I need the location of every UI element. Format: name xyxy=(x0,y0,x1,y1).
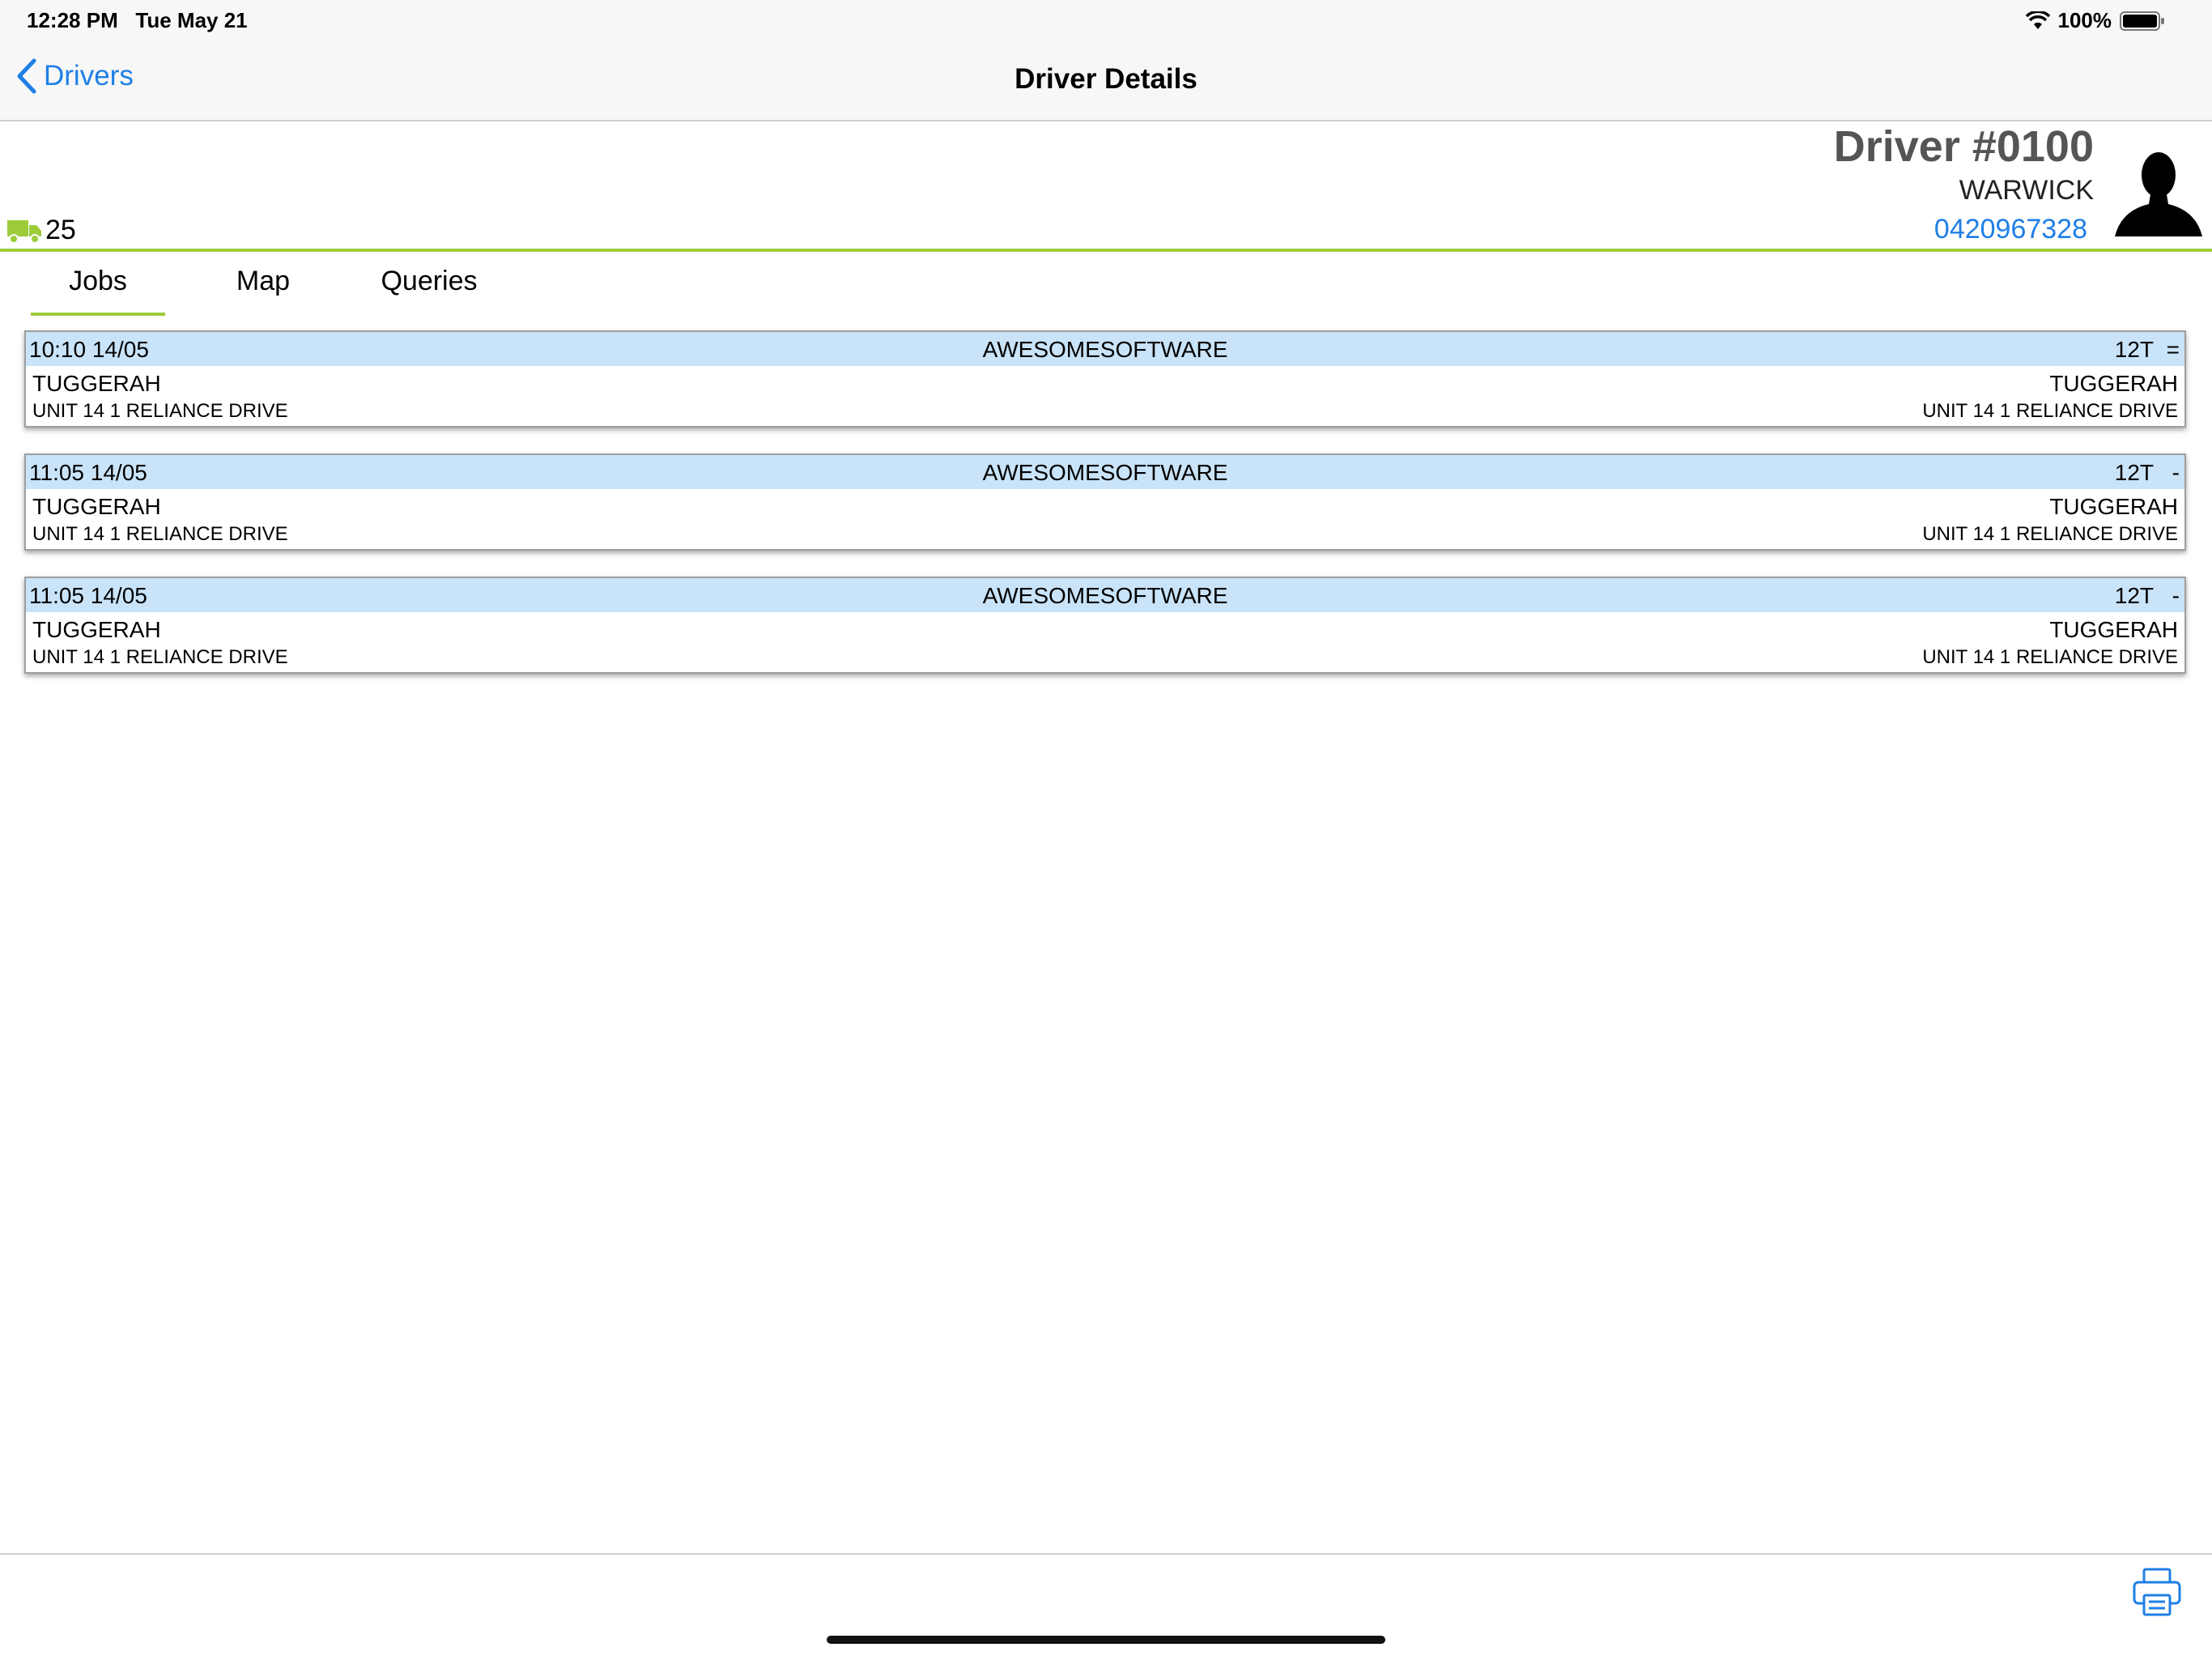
printer-icon[interactable] xyxy=(2131,1566,2183,1618)
job-status-flag: - xyxy=(2172,460,2180,485)
job-header: 10:10 14/05 AWESOMESOFTWARE 12T = xyxy=(26,332,2184,366)
status-bar: 12:28 PM Tue May 21 100% xyxy=(0,0,2212,40)
job-weight: 12T xyxy=(2114,337,2154,362)
wifi-icon xyxy=(2025,11,2050,29)
tab-bar: Jobs Map Queries xyxy=(0,258,2212,319)
battery-percent: 100% xyxy=(2057,8,2112,32)
status-time: 12:28 PM Tue May 21 xyxy=(27,8,248,33)
job-status-flag: = xyxy=(2166,337,2180,362)
job-company: AWESOMESOFTWARE xyxy=(982,337,1228,362)
tab-selected-indicator xyxy=(31,313,165,316)
job-delivery-address: UNIT 14 1 RELIANCE DRIVE xyxy=(1922,646,2178,668)
truck-icon xyxy=(7,219,41,244)
battery-icon xyxy=(2120,11,2164,31)
vehicle-info: 25 xyxy=(6,215,76,246)
job-card[interactable]: 11:05 14/05 AWESOMESOFTWARE 12T - TUGGER… xyxy=(24,453,2186,551)
job-company: AWESOMESOFTWARE xyxy=(982,583,1228,608)
job-delivery-city: TUGGERAH xyxy=(2049,617,2178,642)
page-title: Driver Details xyxy=(1015,63,1197,95)
vehicle-count: 25 xyxy=(45,215,76,245)
job-company: AWESOMESOFTWARE xyxy=(982,460,1228,485)
home-indicator[interactable] xyxy=(827,1636,1385,1644)
job-header: 11:05 14/05 AWESOMESOFTWARE 12T - xyxy=(26,455,2184,489)
job-pickup-city: TUGGERAH xyxy=(32,494,161,519)
job-card[interactable]: 10:10 14/05 AWESOMESOFTWARE 12T = TUGGER… xyxy=(24,330,2186,428)
job-pickup-address: UNIT 14 1 RELIANCE DRIVE xyxy=(32,400,288,422)
bottom-toolbar xyxy=(0,1553,2212,1660)
person-silhouette-icon xyxy=(2115,152,2202,236)
navigation-bar: Drivers Driver Details xyxy=(0,40,2212,121)
header-divider xyxy=(0,249,2212,252)
driver-header: 25 Driver #0100 WARWICK 0420967328 xyxy=(0,121,2212,249)
job-weight: 12T xyxy=(2114,460,2154,485)
tab-map[interactable]: Map xyxy=(202,266,324,297)
job-status-flag: - xyxy=(2172,583,2180,608)
status-indicators: 100% xyxy=(2025,8,2166,33)
job-delivery-city: TUGGERAH xyxy=(2049,494,2178,519)
job-weight: 12T xyxy=(2114,583,2154,608)
driver-number: Driver #0100 xyxy=(1833,122,2094,171)
tab-queries[interactable]: Queries xyxy=(364,266,494,297)
job-pickup-address: UNIT 14 1 RELIANCE DRIVE xyxy=(32,523,288,545)
status-clock: 12:28 PM xyxy=(27,8,118,32)
job-pickup-city: TUGGERAH xyxy=(32,371,161,396)
job-pickup-address: UNIT 14 1 RELIANCE DRIVE xyxy=(32,646,288,668)
status-date: Tue May 21 xyxy=(135,8,248,32)
job-delivery-address: UNIT 14 1 RELIANCE DRIVE xyxy=(1922,400,2178,422)
job-delivery-address: UNIT 14 1 RELIANCE DRIVE xyxy=(1922,523,2178,545)
tab-jobs[interactable]: Jobs xyxy=(31,266,165,297)
driver-name: WARWICK xyxy=(1959,175,2094,206)
job-list: 10:10 14/05 AWESOMESOFTWARE 12T = TUGGER… xyxy=(24,330,2186,700)
job-pickup-city: TUGGERAH xyxy=(32,617,161,642)
job-delivery-city: TUGGERAH xyxy=(2049,371,2178,396)
job-header: 11:05 14/05 AWESOMESOFTWARE 12T - xyxy=(26,578,2184,612)
job-card[interactable]: 11:05 14/05 AWESOMESOFTWARE 12T - TUGGER… xyxy=(24,577,2186,674)
driver-phone-link[interactable]: 0420967328 xyxy=(1934,214,2087,245)
